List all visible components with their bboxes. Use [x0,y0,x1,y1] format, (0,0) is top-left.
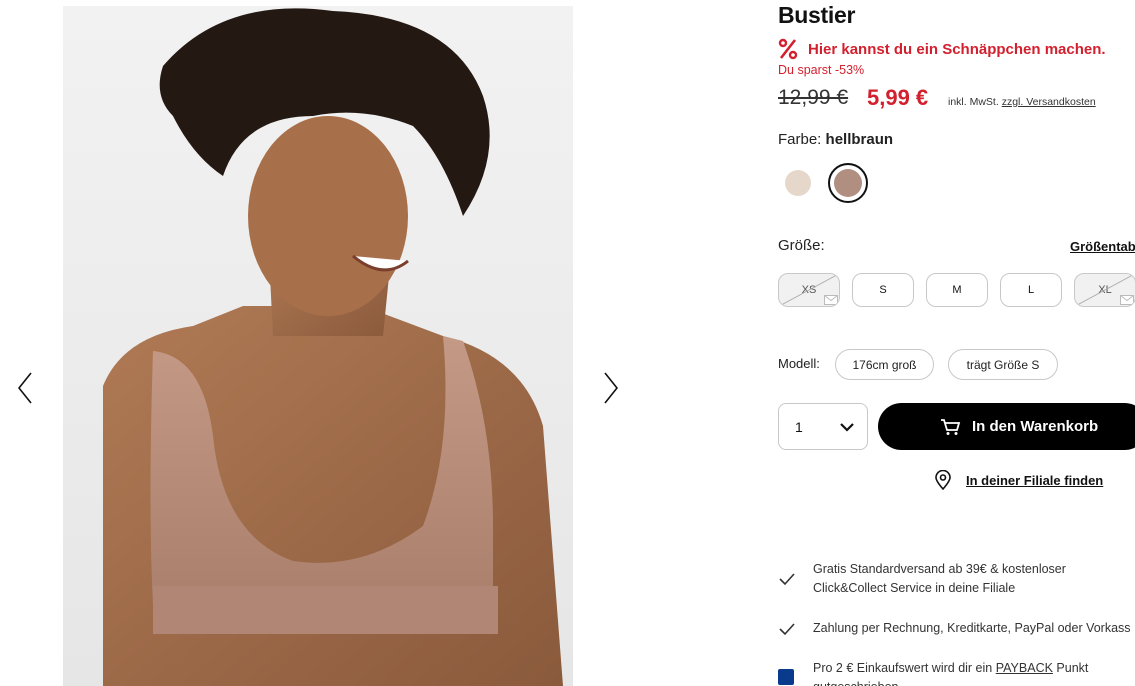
payback-suffix: Punkt [1056,661,1089,675]
size-option-xs[interactable]: XS [778,273,840,307]
product-title: Bustier [778,2,856,28]
quantity-select[interactable]: 1 [778,403,868,450]
find-in-store-link[interactable]: In deiner Filiale finden [934,470,1103,490]
sale-price: 5,99 € [867,85,929,110]
payback-prefix: Pro 2 € Einkaufswert wird dir ein [813,661,993,675]
color-swatch-hellbraun[interactable] [834,169,862,197]
payback-icon [778,669,794,685]
size-label-m: M [952,284,962,296]
quantity-value: 1 [795,419,803,435]
shipping-costs-link[interactable]: zzgl. Versandkosten [1002,96,1096,108]
tax-info: inkl. MwSt. zzgl. Versandkosten [948,96,1096,108]
selected-color: hellbraun [825,131,894,148]
model-height-pill: 176cm groß [835,349,934,380]
model-size-pill: trägt Größe S [948,349,1058,380]
size-option-l[interactable]: L [1000,273,1062,307]
usp-payment-text: Zahlung per Rechnung, Kreditkarte, PayPa… [813,621,1131,635]
checkmark-icon [779,623,795,636]
model-label: Modell: [778,356,820,371]
old-price: 12,99 € [778,86,849,109]
size-option-m[interactable]: M [926,273,988,307]
product-info-panel: Bustier Hier kannst du ein Schnäppchen m… [778,0,1135,686]
chevron-left-icon [18,372,32,404]
color-label: Farbe: hellbraun [778,131,893,148]
cart-icon [941,418,961,435]
gallery-prev-button[interactable] [10,368,40,408]
payback-link[interactable]: PAYBACK [996,661,1053,675]
product-image[interactable] [63,6,573,686]
chevron-right-icon [604,372,618,404]
deal-message: Hier kannst du ein Schnäppchen machen. [808,41,1106,58]
tax-label: inkl. MwSt. [948,96,999,108]
find-in-store-label: In deiner Filiale finden [966,472,1104,488]
gallery-next-button[interactable] [596,368,626,408]
notify-mail-icon [1120,295,1134,305]
usp-shipping-line1: Gratis Standardversand ab 39€ & kostenlo… [813,562,1066,576]
size-label-s: S [879,284,887,296]
notify-mail-icon [824,295,838,305]
color-label-text: Farbe: [778,131,822,148]
add-to-cart-label: In den Warenkorb [972,418,1099,435]
size-option-xl[interactable]: XL [1074,273,1135,307]
size-label-l: L [1027,284,1035,296]
usp-payback-line2: gutgeschrieben [813,678,898,686]
checkmark-icon [779,573,795,586]
size-option-s[interactable]: S [852,273,914,307]
usp-payback-line1: Pro 2 € Einkaufswert wird dir ein PAYBAC… [813,659,1088,678]
size-label: Größe: [778,237,825,254]
savings-text: Du sparst -53% [778,63,865,77]
chevron-down-icon [840,423,854,432]
color-swatch-light-beige[interactable] [785,170,811,196]
product-photo [63,6,573,686]
usp-shipping-line2: Click&Collect Service in deine Filiale [813,581,1016,595]
size-table-link[interactable]: Größentab [1070,239,1135,254]
add-to-cart-button[interactable]: In den Warenkorb [878,403,1135,450]
location-pin-icon [935,470,951,490]
percent-icon [778,38,798,60]
